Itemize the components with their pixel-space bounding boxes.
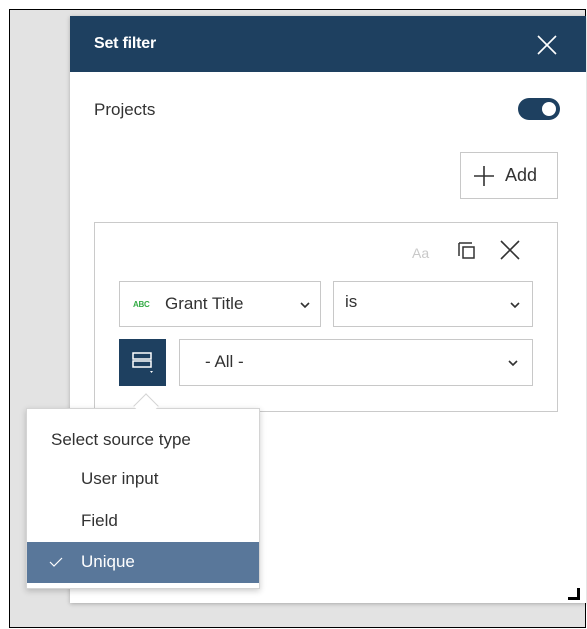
plus-icon [474,165,494,186]
layer-label: Projects [94,100,156,119]
layer-toggle[interactable] [518,98,560,120]
operator-select[interactable]: is [333,281,533,327]
menu-item-label: User input [81,469,159,488]
filter-clause: Aa ABC Grant Title is - All - [94,222,558,412]
case-sensitive-button[interactable]: Aa [412,245,429,261]
list-source-icon [132,352,153,373]
string-field-icon: ABC [133,300,150,309]
panel-header: Set filter [70,16,586,72]
source-type-button[interactable] [119,339,166,386]
value-select[interactable]: - All - [179,339,533,386]
menu-item-field[interactable]: Field [27,501,259,542]
menu-item-label: Field [81,511,118,530]
source-type-menu: Select source type User input Field Uniq… [26,408,260,589]
copy-icon [458,242,475,259]
add-button-label: Add [505,165,538,185]
check-icon [49,557,63,567]
operator-select-value: is [345,292,358,311]
close-button[interactable] [535,33,559,57]
menu-title: Select source type [51,430,191,449]
menu-item-user-input[interactable]: User input [27,459,259,500]
menu-item-label: Unique [81,552,135,571]
duplicate-clause-button[interactable] [456,240,478,267]
chevron-down-icon [510,302,520,309]
menu-item-unique[interactable]: Unique [27,542,259,583]
panel-title: Set filter [94,35,157,52]
chevron-down-icon [300,302,310,309]
field-select[interactable]: ABC Grant Title [119,281,321,327]
close-icon [500,240,520,260]
field-select-value: Grant Title [165,294,244,313]
value-select-value: - All - [205,352,244,371]
close-icon [537,35,557,55]
remove-clause-button[interactable] [498,238,522,267]
resize-handle[interactable] [568,588,580,600]
toggle-knob [542,102,556,116]
add-clause-button[interactable]: Add [460,152,558,199]
chevron-down-icon [508,360,518,367]
